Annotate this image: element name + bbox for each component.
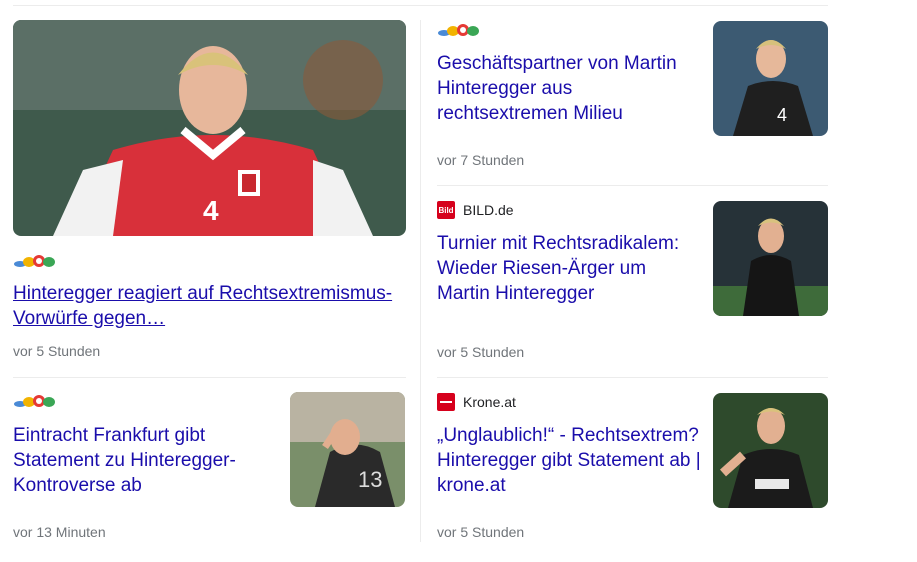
svg-text:4: 4 [777,105,787,125]
news-card-eintracht-statement[interactable]: Eintracht Frankfurt gibt Statement zu Hi… [13,392,406,542]
article-thumbnail: 13 [290,392,405,507]
source-name: Krone.at [463,394,516,410]
divider [13,377,406,378]
article-thumbnail [713,201,828,316]
article-thumbnail [713,393,828,508]
oe24-logo-icon [437,21,487,39]
article-time: vor 5 Stunden [437,344,525,360]
article-headline: Eintracht Frankfurt gibt Statement zu Hi… [13,425,236,496]
article-time: vor 13 Minuten [13,524,106,540]
divider [437,185,828,186]
article-headline: Geschäftspartner von Martin Hinteregger … [437,53,677,124]
source-logo-oe24 [13,252,63,270]
news-card-geschaeftspartner[interactable]: Geschäftspartner von Martin Hinteregger … [437,20,828,180]
article-image: 4 [13,20,406,236]
source-krone: Krone.at [437,393,516,411]
svg-text:4: 4 [203,195,219,226]
top-divider [13,5,828,6]
news-card-unglaublich[interactable]: Krone.at „Unglaublich!“ - Rechtsextrem? … [437,392,828,542]
article-time: vor 5 Stunden [437,524,525,540]
oe24-logo-icon [13,252,63,270]
article-headline: Hinteregger reagiert auf Rechtsextremism… [13,283,393,329]
oe24-logo-icon [13,392,63,410]
source-bild: Bild BILD.de [437,201,514,219]
article-time: vor 5 Stunden [13,343,101,359]
news-card-turnier-rechtsradikalem[interactable]: Bild BILD.de Turnier mit Rechtsradikalem… [437,200,828,360]
article-headline: Turnier mit Rechtsradikalem: Wieder Ries… [437,233,680,304]
bild-logo-icon: Bild [437,201,455,219]
column-divider [420,20,421,542]
source-logo-oe24 [437,21,487,39]
article-headline: „Unglaublich!“ - Rechtsextrem? Hinteregg… [437,425,701,496]
divider [437,377,828,378]
article-thumbnail: 4 [713,21,828,136]
krone-logo-icon [437,393,455,411]
article-time: vor 7 Stunden [437,152,525,168]
source-name: BILD.de [463,202,514,218]
news-card-hinteregger-reagiert[interactable]: 4 Hinteregger reagiert auf Rechtsextremi… [13,20,406,365]
source-logo-oe24 [13,392,63,410]
svg-text:13: 13 [358,467,382,492]
